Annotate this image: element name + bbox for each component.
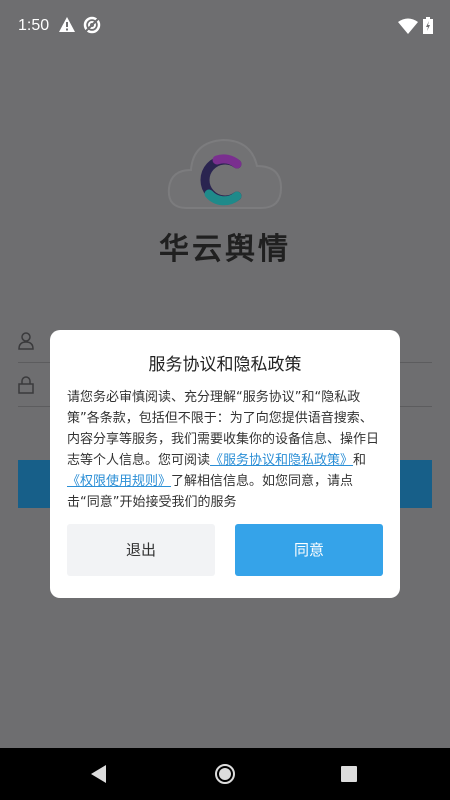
warning-icon — [59, 17, 75, 32]
home-icon[interactable] — [214, 763, 236, 785]
privacy-dialog: 服务协议和隐私政策 请您务必审慎阅读、充分理解“服务协议”和“隐私政策”各条款，… — [50, 330, 400, 598]
body-and-text: 和 — [353, 453, 367, 468]
battery-icon — [423, 17, 433, 34]
lock-icon — [18, 376, 34, 394]
dialog-title: 服务协议和隐私政策 — [148, 355, 302, 375]
sync-icon — [83, 16, 101, 34]
agree-button[interactable]: 同意 — [235, 524, 383, 576]
app-logo — [167, 138, 283, 209]
status-bar: 1:50 — [0, 0, 450, 54]
status-time: 1:50 — [18, 17, 50, 34]
navigation-bar — [0, 748, 450, 800]
exit-button[interactable]: 退出 — [67, 524, 215, 576]
back-icon[interactable] — [90, 764, 108, 784]
privacy-policy-link[interactable]: 《服务协议和隐私政策》 — [210, 453, 353, 468]
dialog-body: 请您务必审慎阅读、充分理解“服务协议”和“隐私政策”各条款，包括但不限于：为了向… — [67, 387, 385, 513]
user-icon — [18, 332, 34, 350]
app-name: 华云舆情 — [159, 232, 291, 267]
recents-icon[interactable] — [341, 766, 357, 782]
permissions-rules-link[interactable]: 《权限使用规则》 — [67, 474, 171, 489]
wifi-icon — [398, 18, 418, 34]
